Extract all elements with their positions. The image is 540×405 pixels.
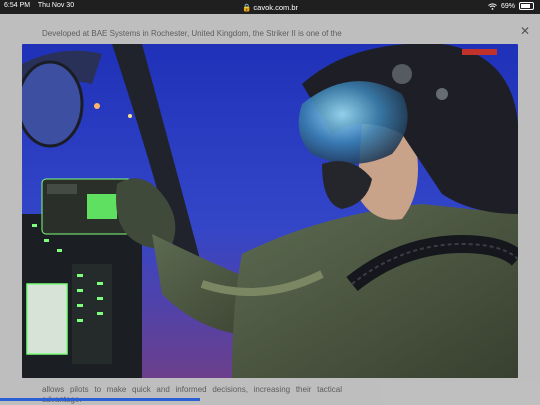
wifi-icon (488, 2, 497, 10)
pilot-photo (22, 44, 518, 378)
battery-percent: 69% (500, 2, 515, 10)
status-bar: 6:54 PM Thu Nov 30 🔒 cavok.com.br 69% (0, 0, 540, 14)
battery-icon (519, 2, 534, 10)
battery-fill (521, 4, 530, 8)
scroll-accent (0, 398, 200, 401)
close-icon[interactable]: ✕ (518, 24, 532, 38)
lock-icon: 🔒 (241, 3, 252, 12)
url-text: cavok.com.br (253, 3, 299, 12)
status-bar-right: 69% (488, 2, 534, 10)
lightbox-image[interactable] (22, 44, 518, 378)
url-display[interactable]: 🔒 cavok.com.br (0, 3, 540, 12)
